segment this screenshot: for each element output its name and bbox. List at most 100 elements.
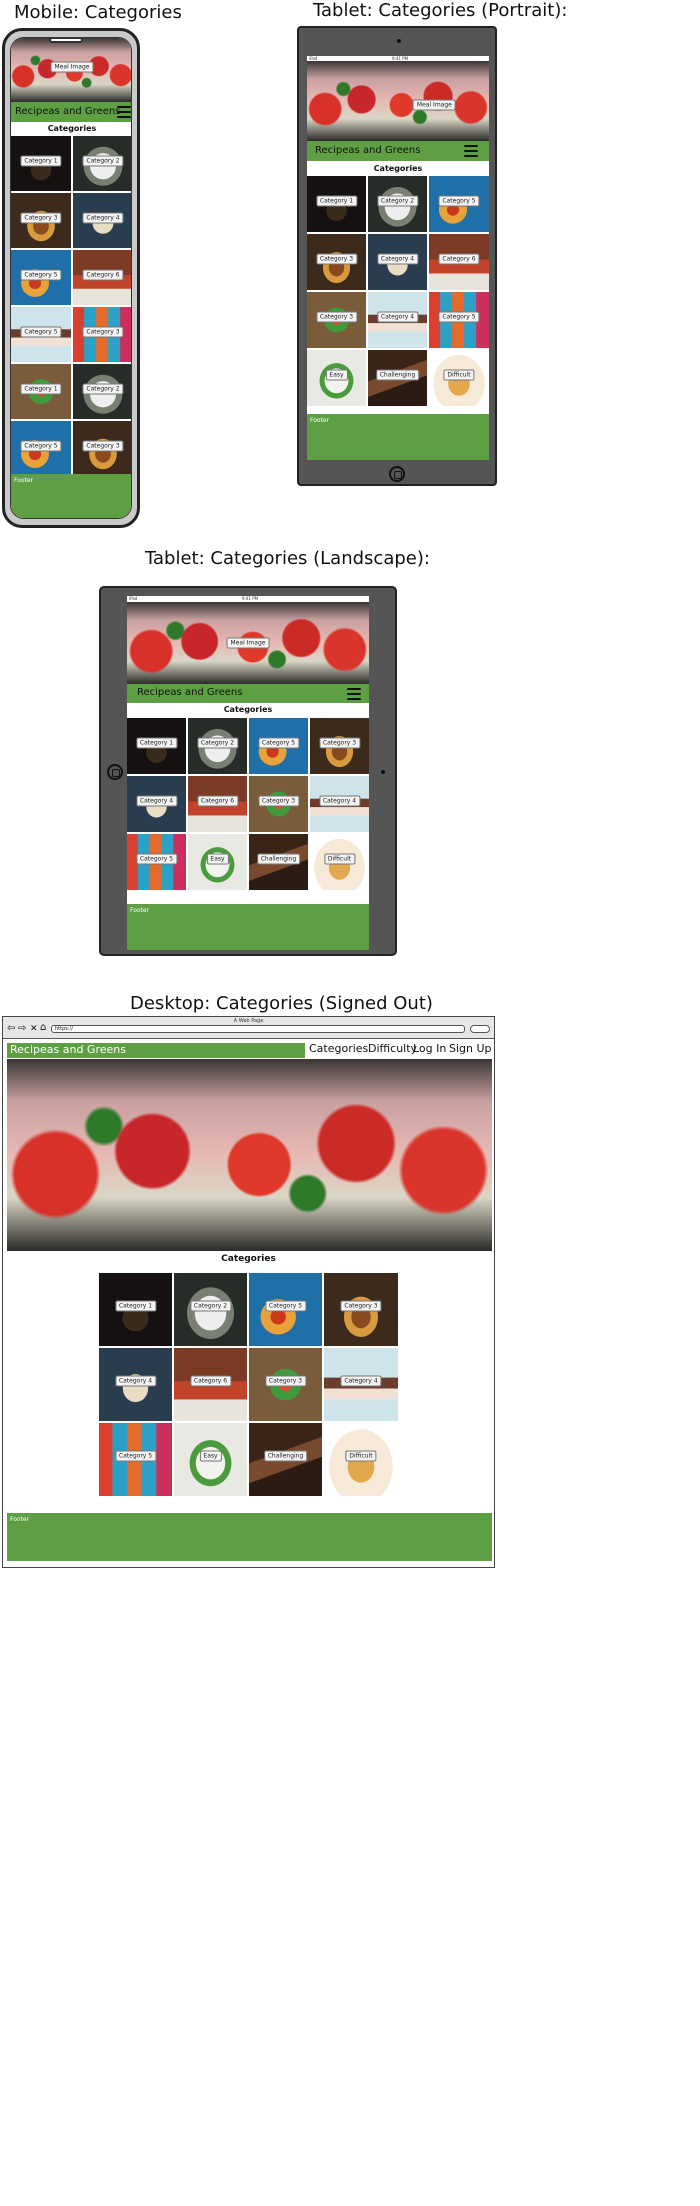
category-tile[interactable]: Category 5 [127,834,186,890]
category-tile[interactable]: Category 3 [73,421,131,476]
category-tile[interactable]: Category 2 [368,176,427,232]
tile-label: Category 2 [82,383,124,395]
category-tile[interactable]: Category 3 [11,193,71,248]
tile-label: Category 3 [340,1300,382,1312]
url-bar[interactable]: https:// [51,1025,465,1033]
category-tile[interactable]: Category 1 [127,718,186,774]
category-tile[interactable]: Category 6 [429,234,489,290]
nav-categories[interactable]: Categories [309,1042,368,1055]
home-button-icon[interactable] [389,466,405,482]
categories-heading: Categories [47,124,97,133]
tablet-portrait-screen: iPad 9:41 PM Meal Image Recipeas and Gre… [307,56,489,460]
search-field[interactable] [470,1025,490,1033]
difficulty-tile[interactable]: Challenging [249,834,308,890]
brand-title[interactable]: Recipeas and Greens [315,145,420,156]
tile-label: Category 1 [20,383,62,395]
nav-difficulty[interactable]: Difficulty [368,1042,417,1055]
category-tile[interactable]: Category 2 [188,718,247,774]
tile-label: Category 3 [264,1375,307,1387]
difficulty-tile[interactable]: Easy [307,350,366,406]
category-tile[interactable]: Category 4 [99,1348,172,1421]
back-icon[interactable]: ⇦ [7,1024,15,1034]
category-tile[interactable]: Category 1 [307,176,366,232]
header-bar: Recipeas and Greens [307,141,489,161]
hero-image-label: Meal Image [412,99,456,111]
category-tile[interactable]: Category 2 [73,136,131,191]
category-tile[interactable]: Category 1 [11,364,71,419]
forward-icon[interactable]: ⇨ [18,1024,26,1034]
category-tile[interactable]: Category 5 [11,421,71,476]
tile-label: Category 4 [376,253,419,265]
category-tile[interactable]: Category 3 [73,307,131,362]
category-tile[interactable]: Category 5 [429,176,489,232]
category-grid: Category 1 Category 2 Category 5 Categor… [307,176,489,406]
category-grid: Category 1 Category 2 Category 3 Categor… [11,136,131,476]
brand-title[interactable]: Recipeas and Greens [10,1043,126,1056]
home-button-icon[interactable] [107,764,123,780]
menu-icon[interactable] [347,688,361,703]
brand-title[interactable]: Recipeas and Greens [137,687,242,698]
category-tile[interactable]: Category 3 [307,292,366,348]
tile-label: Category 1 [135,737,178,749]
category-tile[interactable]: Category 5 [11,250,71,305]
tile-label: Category 6 [438,253,480,265]
category-tile[interactable]: Category 2 [73,364,131,419]
difficulty-tile[interactable]: Easy [188,834,247,890]
tile-label: Category 2 [196,737,239,749]
tile-label: Category 3 [318,737,361,749]
category-tile[interactable]: Category 1 [99,1273,172,1346]
tile-label: Category 5 [20,326,62,338]
category-tile[interactable]: Category 4 [368,292,427,348]
category-tile[interactable]: Category 4 [324,1348,398,1421]
category-tile[interactable]: Category 3 [249,776,308,832]
camera-dot [397,39,401,43]
difficulty-tile[interactable]: Easy [174,1423,247,1496]
category-tile[interactable]: Category 5 [11,307,71,362]
tile-label: Category 2 [82,155,124,167]
difficulty-tile[interactable]: Challenging [368,350,427,406]
category-tile[interactable]: Category 6 [174,1348,247,1421]
difficulty-tile[interactable]: Challenging [249,1423,322,1496]
category-tile[interactable]: Category 4 [127,776,186,832]
tile-label: Easy [325,369,348,381]
tile-label: Difficult [345,1450,377,1462]
nav-login[interactable]: Log In [413,1042,446,1055]
category-tile[interactable]: Category 3 [249,1348,322,1421]
category-tile[interactable]: Category 4 [310,776,369,832]
tile-label: Difficult [443,369,475,381]
header-bar: Recipeas and Greens [11,102,131,122]
tile-label: Category 5 [257,737,300,749]
menu-icon[interactable] [117,106,131,121]
category-tile[interactable]: Category 3 [310,718,369,774]
tile-label: Category 3 [82,440,124,452]
footer-label: Footer [130,907,150,914]
stop-icon[interactable]: ✕ [30,1024,38,1034]
hero-image-label: Meal Image [226,637,270,649]
category-tile[interactable]: Category 5 [249,1273,322,1346]
tile-label: Category 3 [315,253,358,265]
category-tile[interactable]: Category 5 [429,292,489,348]
tile-label: Category 1 [315,195,358,207]
category-tile[interactable]: Category 5 [99,1423,172,1496]
category-tile[interactable]: Category 3 [324,1273,398,1346]
brand-title[interactable]: Recipeas and Greens [15,106,120,117]
category-tile[interactable]: Category 3 [307,234,366,290]
nav-signup[interactable]: Sign Up [449,1042,492,1055]
category-tile[interactable]: Category 1 [11,136,71,191]
category-tile[interactable]: Category 4 [73,193,131,248]
category-tile[interactable]: Category 4 [368,234,427,290]
difficulty-tile[interactable]: Difficult [324,1423,398,1496]
home-icon[interactable]: ⌂ [40,1023,46,1033]
tile-label: Category 1 [114,1300,157,1312]
difficulty-tile[interactable]: Difficult [429,350,489,406]
difficulty-tile[interactable]: Difficult [310,834,369,890]
category-tile[interactable]: Category 6 [188,776,247,832]
category-tile[interactable]: Category 2 [174,1273,247,1346]
category-tile[interactable]: Category 6 [73,250,131,305]
category-tile[interactable]: Category 5 [249,718,308,774]
mobile-section-title: Mobile: Categories [14,2,182,23]
tile-label: Category 2 [189,1300,232,1312]
menu-icon[interactable] [464,145,478,160]
tile-label: Category 2 [376,195,419,207]
hero-image: Meal Image [307,61,489,141]
